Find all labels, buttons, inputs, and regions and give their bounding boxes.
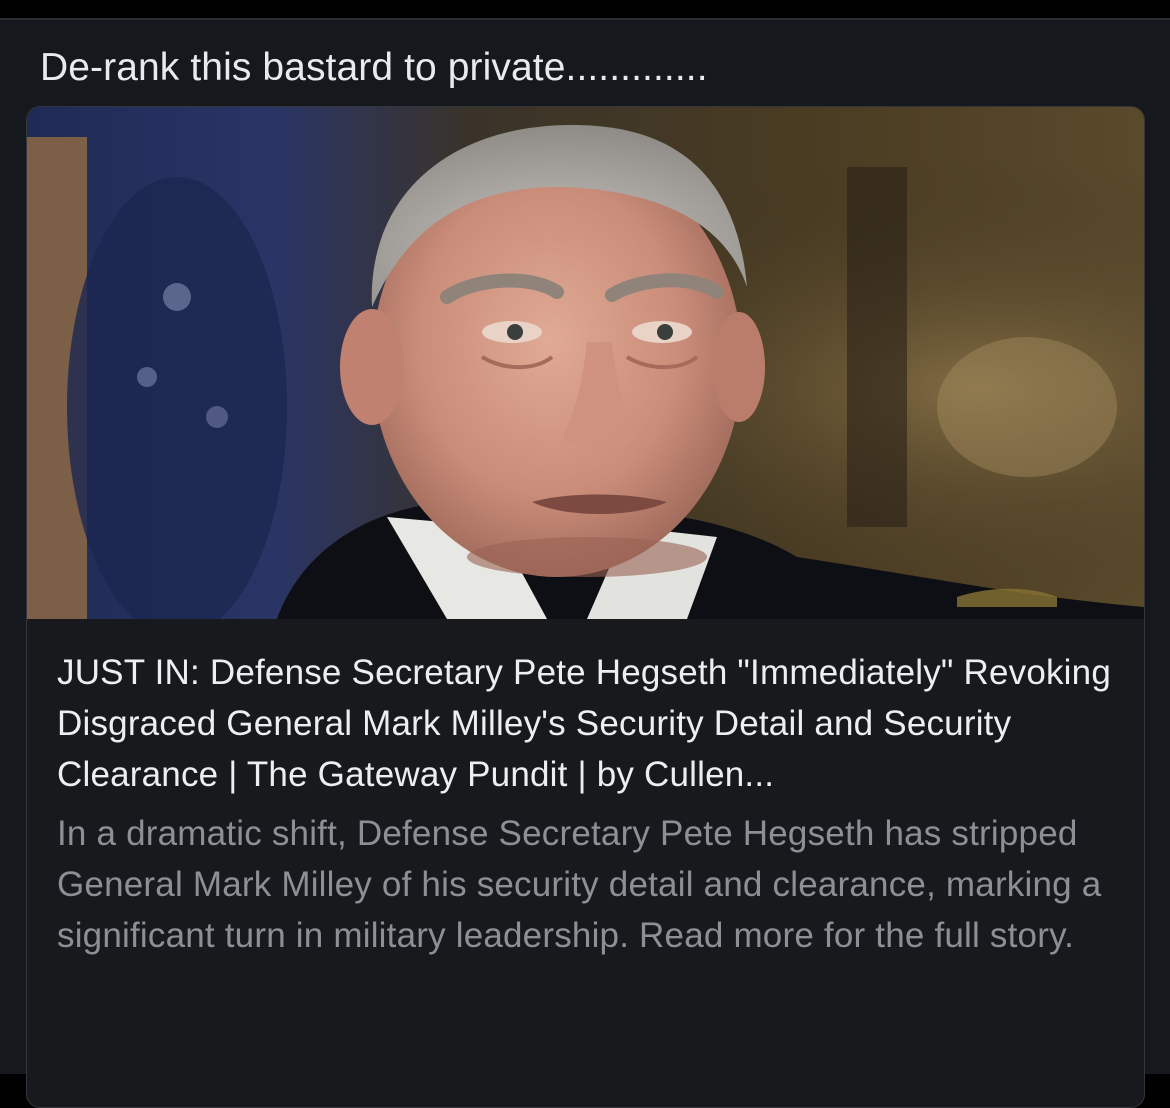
link-preview-card[interactable]: JUST IN: Defense Secretary Pete Hegseth … bbox=[26, 106, 1145, 1108]
post-text: De-rank this bastard to private.........… bbox=[40, 46, 708, 89]
link-preview-image[interactable] bbox=[27, 107, 1144, 619]
news-photo-icon bbox=[27, 107, 1144, 619]
link-preview-body[interactable]: JUST IN: Defense Secretary Pete Hegseth … bbox=[27, 619, 1144, 961]
link-preview-description: In a dramatic shift, Defense Secretary P… bbox=[57, 814, 1102, 955]
post-container: De-rank this bastard to private.........… bbox=[0, 18, 1170, 1108]
link-preview-title[interactable]: JUST IN: Defense Secretary Pete Hegseth … bbox=[57, 647, 1114, 800]
